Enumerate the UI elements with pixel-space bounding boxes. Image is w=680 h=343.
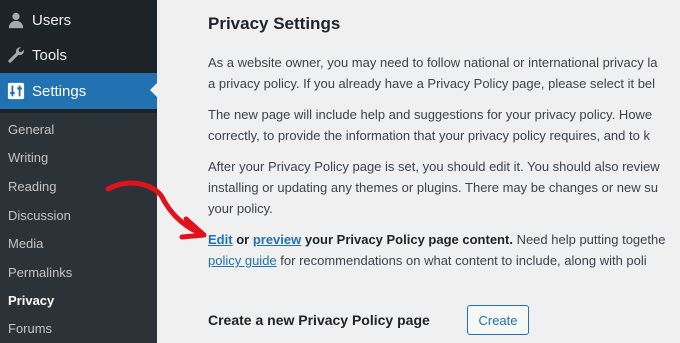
preview-link[interactable]: preview [253, 232, 301, 247]
edit-tail-text: Need help putting togethe [516, 232, 666, 247]
intro-line-2: a privacy policy. If you already have a … [208, 76, 656, 91]
edit-line-1: Edit or preview your Privacy Policy page… [208, 229, 680, 250]
new-page-line-2: correctly, to provide the information th… [208, 128, 650, 143]
new-page-line-1: The new page will include help and sugge… [208, 107, 653, 122]
edit-paragraph: Edit or preview your Privacy Policy page… [208, 229, 680, 271]
intro-paragraph: As a website owner, you may need to foll… [208, 52, 680, 94]
menu-item-tools[interactable]: Tools [0, 38, 157, 72]
edit-link[interactable]: Edit [208, 232, 233, 247]
menu-item-users-label: Users [32, 11, 72, 29]
submenu-item-privacy[interactable]: Privacy [8, 286, 54, 314]
menu-item-tools-label: Tools [32, 46, 68, 64]
main-content: Privacy Settings As a website owner, you… [157, 0, 680, 343]
settings-icon [0, 82, 32, 100]
users-icon [0, 11, 32, 29]
submenu-item-forums[interactable]: Forums [8, 314, 52, 342]
after-setup-paragraph: After your Privacy Policy page is set, y… [208, 156, 680, 219]
menu-item-settings-label: Settings [32, 82, 87, 100]
submenu-item-writing[interactable]: Writing [8, 143, 48, 171]
menu-item-settings[interactable]: Settings [0, 73, 158, 109]
submenu-item-general[interactable]: General [8, 115, 54, 143]
submenu-item-permalinks[interactable]: Permalinks [8, 258, 72, 286]
menu-item-users[interactable]: Users [0, 3, 157, 37]
new-page-paragraph: The new page will include help and sugge… [208, 104, 680, 146]
wp-admin-screen: Users Tools Settings General Writing Rea… [0, 0, 680, 343]
submenu-item-reading[interactable]: Reading [8, 172, 56, 200]
after-setup-line-3: your policy. [208, 201, 273, 216]
submenu-item-media[interactable]: Media [8, 229, 43, 257]
edit-line-2: policy guide for recommendations on what… [208, 250, 680, 271]
intro-line-1: As a website owner, you may need to foll… [208, 55, 658, 70]
tools-icon [0, 46, 32, 64]
annotation-arrow-icon [105, 180, 207, 240]
admin-sidebar: Users Tools Settings General Writing Rea… [0, 0, 158, 343]
policy-guide-tail-text: for recommendations on what content to i… [280, 253, 647, 268]
create-policy-label: Create a new Privacy Policy page [208, 312, 430, 328]
after-setup-line-1: After your Privacy Policy page is set, y… [208, 159, 660, 174]
page-title: Privacy Settings [208, 14, 341, 33]
policy-guide-link[interactable]: policy guide [208, 253, 277, 268]
after-setup-line-2: installing or updating any themes or plu… [208, 180, 658, 195]
create-button[interactable]: Create [467, 305, 529, 335]
submenu-item-discussion[interactable]: Discussion [8, 201, 71, 229]
edit-strong-text: your Privacy Policy page content. [304, 232, 513, 247]
or-text: or [236, 232, 250, 247]
